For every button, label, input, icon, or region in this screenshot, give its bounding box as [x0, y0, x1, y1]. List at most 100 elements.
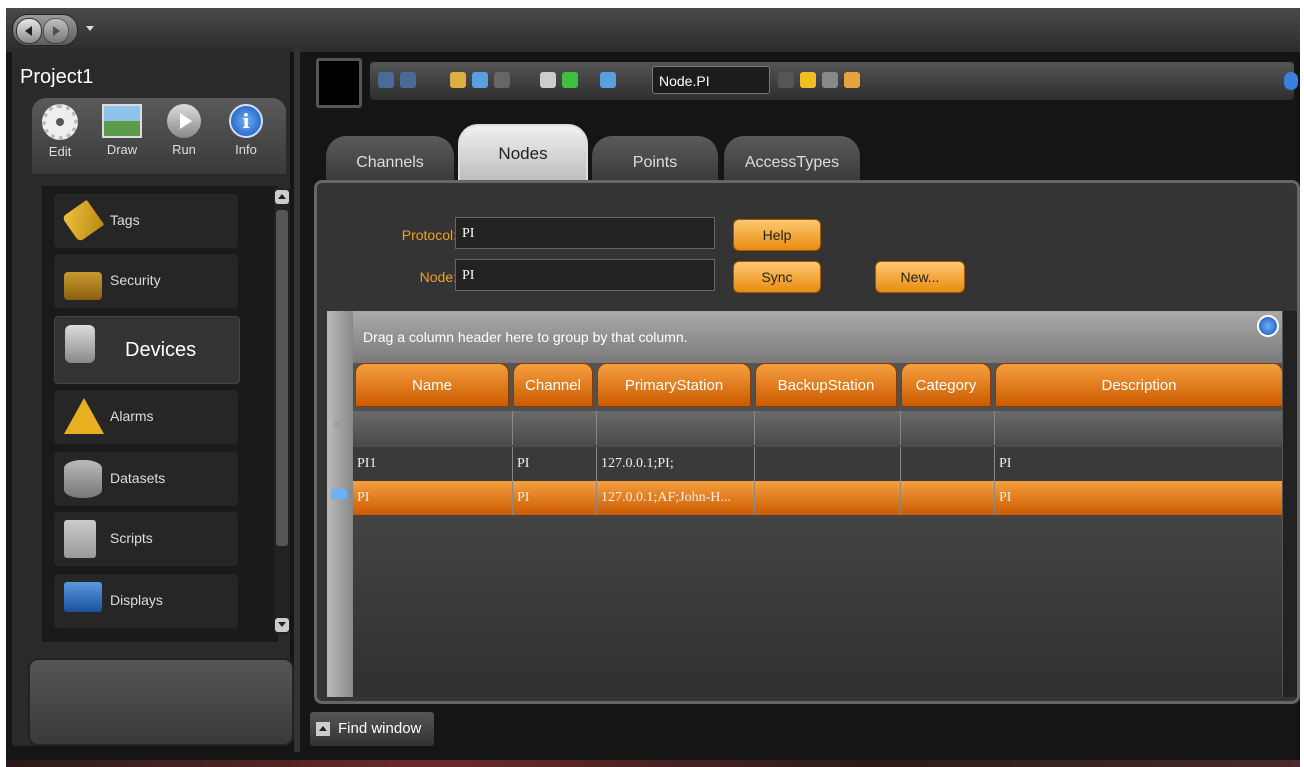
sidebar-item-tags[interactable]: Tags [54, 194, 238, 248]
scroll-thumb[interactable] [276, 210, 288, 546]
alarm-icon [64, 398, 104, 434]
filter-row[interactable] [353, 411, 1285, 445]
tab-accesstypes[interactable]: AccessTypes [724, 136, 860, 182]
upload-icon[interactable] [562, 72, 578, 88]
grid-options-icon[interactable] [1257, 315, 1279, 337]
grid-scrollbar[interactable] [1282, 311, 1297, 697]
filter-cell[interactable] [901, 411, 995, 445]
find-window-button[interactable]: Find window [310, 712, 434, 746]
mode-draw[interactable]: Draw [94, 104, 150, 157]
sidebar-item-alarms[interactable]: Alarms [54, 390, 238, 444]
column-header-backupstation[interactable]: BackupStation [755, 363, 897, 407]
sync-button[interactable]: Sync [733, 261, 821, 293]
sidebar-item-label: Displays [110, 592, 163, 608]
cut-icon[interactable] [450, 72, 466, 88]
protocol-label: Protocol: [401, 227, 457, 243]
sidebar-item-security[interactable]: Security [54, 254, 238, 308]
title-bar [6, 8, 1300, 53]
desktop-background-strip [6, 760, 1300, 767]
info-icon: i [229, 104, 263, 138]
filter-cell[interactable] [995, 411, 1285, 445]
toolbar: Node.PI [310, 52, 1298, 108]
cell-primarystation[interactable]: 127.0.0.1;PI; [597, 447, 755, 481]
mode-info[interactable]: i Info [218, 104, 274, 157]
nav-buttons [12, 14, 78, 46]
cell-category[interactable] [901, 481, 995, 515]
table-row-selected[interactable]: PI PI 127.0.0.1;AF;John-H... PI [353, 481, 1285, 515]
nodes-grid: Drag a column header here to group by th… [327, 311, 1297, 697]
copy-icon[interactable] [472, 72, 488, 88]
expand-up-icon [316, 722, 330, 736]
cell-description[interactable]: PI [995, 447, 1285, 481]
column-header-name[interactable]: Name [355, 363, 509, 407]
display-icon [64, 582, 102, 612]
tools-icon[interactable] [844, 72, 860, 88]
cell-channel[interactable]: PI [513, 481, 597, 515]
undo-icon[interactable] [378, 72, 394, 88]
sidebar-item-label: Security [110, 272, 161, 288]
panel-splitter[interactable] [294, 48, 300, 752]
paste-icon[interactable] [494, 72, 510, 88]
toolbar-preview-box [316, 58, 362, 108]
table-row[interactable]: PI1 PI 127.0.0.1;PI; PI [353, 447, 1285, 481]
mode-bar: Edit Draw Run i Info [32, 98, 286, 174]
forward-icon[interactable] [43, 18, 69, 44]
node-field[interactable]: PI [455, 259, 715, 291]
sidebar-scrollbar[interactable] [274, 188, 290, 634]
scroll-up-icon[interactable] [275, 190, 289, 204]
gear-icon [42, 104, 78, 140]
row-indicator-column [327, 311, 353, 697]
filter-cell[interactable] [513, 411, 597, 445]
sidebar-item-displays[interactable]: Displays [54, 574, 238, 628]
more-icon[interactable] [778, 72, 794, 88]
filter-cell[interactable] [353, 411, 513, 445]
cell-channel[interactable]: PI [513, 447, 597, 481]
mode-edit[interactable]: Edit [32, 104, 88, 159]
column-header-channel[interactable]: Channel [513, 363, 593, 407]
sidebar-item-label: Datasets [110, 470, 166, 486]
column-header-description[interactable]: Description [995, 363, 1283, 407]
tab-nodes[interactable]: Nodes [458, 124, 588, 188]
help-icon[interactable] [1284, 72, 1298, 90]
cell-name[interactable]: PI [353, 481, 513, 515]
scroll-down-icon[interactable] [275, 618, 289, 632]
print-icon[interactable] [540, 72, 556, 88]
sidebar-footer-panel [28, 658, 294, 746]
cell-name[interactable]: PI1 [353, 447, 513, 481]
new-button[interactable]: New... [875, 261, 965, 293]
mode-draw-label: Draw [106, 142, 138, 157]
search-icon[interactable] [600, 72, 616, 88]
document-icon[interactable] [822, 72, 838, 88]
column-header-primarystation[interactable]: PrimaryStation [597, 363, 751, 407]
group-hint: Drag a column header here to group by th… [363, 329, 688, 345]
sidebar-item-devices[interactable]: Devices [54, 316, 240, 384]
check-icon[interactable] [800, 72, 816, 88]
sidebar-item-scripts[interactable]: Scripts [54, 512, 238, 566]
cell-backupstation[interactable] [755, 447, 901, 481]
cell-primarystation[interactable]: 127.0.0.1;AF;John-H... [597, 481, 755, 515]
search-input[interactable]: Node.PI [652, 66, 770, 94]
tab-channels[interactable]: Channels [326, 136, 454, 182]
cell-backupstation[interactable] [755, 481, 901, 515]
chevron-down-icon[interactable] [86, 26, 94, 31]
redo-icon[interactable] [400, 72, 416, 88]
back-icon[interactable] [16, 18, 42, 44]
tab-points[interactable]: Points [592, 136, 718, 182]
device-icon [65, 325, 95, 363]
current-row-arrow-icon [331, 489, 347, 499]
tag-icon [61, 199, 105, 243]
mode-run[interactable]: Run [156, 104, 212, 157]
left-panel: Project1 Edit Draw Run i Info Tags Secur… [12, 48, 294, 746]
filter-cell[interactable] [597, 411, 755, 445]
cell-description[interactable]: PI [995, 481, 1285, 515]
help-button[interactable]: Help [733, 219, 821, 251]
protocol-field[interactable]: PI [455, 217, 715, 249]
sidebar-item-label: Devices [125, 339, 197, 361]
cell-category[interactable] [901, 447, 995, 481]
sidebar-item-label: Scripts [110, 530, 153, 546]
sidebar-item-datasets[interactable]: Datasets [54, 452, 238, 506]
group-by-area[interactable]: Drag a column header here to group by th… [353, 311, 1285, 363]
picture-icon [102, 104, 142, 138]
column-header-category[interactable]: Category [901, 363, 991, 407]
filter-cell[interactable] [755, 411, 901, 445]
